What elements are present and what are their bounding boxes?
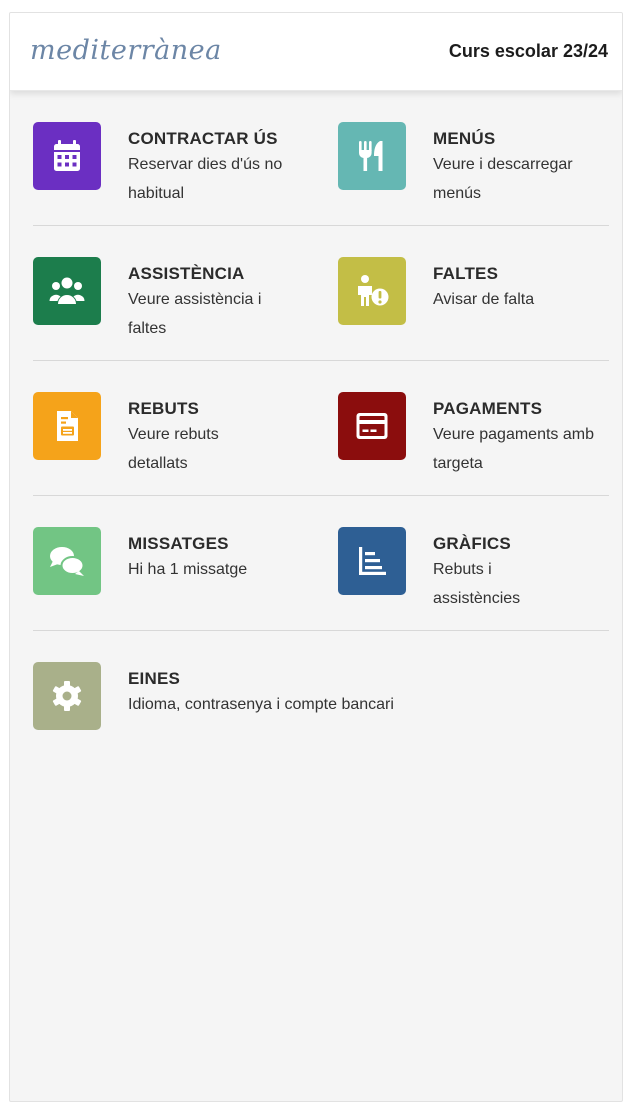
- gear-icon: [33, 662, 101, 730]
- menu-item-description: Reservar dies d'ús no habitual: [128, 156, 283, 202]
- menu-item-title: REBUTS: [128, 399, 200, 418]
- menu-item-description: Avisar de falta: [433, 291, 535, 308]
- chat-icon: [33, 527, 101, 595]
- menu-item-title: MISSATGES: [128, 534, 229, 553]
- menu-item-grafics[interactable]: GRÀFICS Rebuts i assistències: [338, 527, 622, 617]
- main-menu: CONTRACTAR ÚS Reservar dies d'ús no habi…: [33, 91, 609, 765]
- menu-row: EINES Idioma, contrasenya i compte banca…: [33, 631, 609, 765]
- menu-item-title: FALTES: [433, 264, 499, 283]
- users-icon: [33, 257, 101, 325]
- menu-row: CONTRACTAR ÚS Reservar dies d'ús no habi…: [33, 91, 609, 226]
- receipt-icon: [33, 392, 101, 460]
- menu-row: ASSISTÈNCIA Veure assistència i faltes F…: [33, 226, 609, 361]
- calendar-icon: [33, 122, 101, 190]
- person-alert-icon: [338, 257, 406, 325]
- menu-item-contractar-us[interactable]: CONTRACTAR ÚS Reservar dies d'ús no habi…: [33, 122, 321, 212]
- menu-item-description: Veure rebuts detallats: [128, 426, 219, 472]
- menu-item-description: Rebuts i assistències: [433, 561, 521, 607]
- logo[interactable]: mediterrànea: [30, 35, 222, 66]
- menu-item-title: CONTRACTAR ÚS: [128, 129, 278, 148]
- header: mediterrànea Curs escolar 23/24: [10, 13, 622, 91]
- menu-item-description: Veure i descarregar menús: [433, 156, 573, 202]
- menu-item-title: PAGAMENTS: [433, 399, 543, 418]
- menu-item-assistencia[interactable]: ASSISTÈNCIA Veure assistència i faltes: [33, 257, 321, 347]
- menu-item-title: EINES: [128, 669, 181, 688]
- app-window: mediterrànea Curs escolar 23/24 CONTRACT…: [9, 12, 623, 1102]
- menu-item-title: GRÀFICS: [433, 534, 511, 553]
- menu-item-title: ASSISTÈNCIA: [128, 264, 245, 283]
- menu-item-description: Veure pagaments amb targeta: [433, 426, 594, 472]
- menu-item-rebuts[interactable]: REBUTS Veure rebuts detallats: [33, 392, 321, 482]
- credit-card-icon: [338, 392, 406, 460]
- menu-item-title: MENÚS: [433, 129, 496, 148]
- chart-icon: [338, 527, 406, 595]
- menu-item-description: Veure assistència i faltes: [128, 291, 262, 337]
- menu-item-missatges[interactable]: MISSATGES Hi ha 1 missatge: [33, 527, 321, 617]
- menu-item-pagaments[interactable]: PAGAMENTS Veure pagaments amb targeta: [338, 392, 622, 482]
- menu-item-faltes[interactable]: FALTES Avisar de falta: [338, 257, 622, 347]
- menu-item-description: Hi ha 1 missatge: [128, 561, 248, 578]
- menu-item-menus[interactable]: MENÚS Veure i descarregar menús: [338, 122, 622, 212]
- menu-row: MISSATGES Hi ha 1 missatge GRÀFICS Rebut…: [33, 496, 609, 631]
- school-year: Curs escolar 23/24: [448, 41, 608, 61]
- menu-item-description: Idioma, contrasenya i compte bancari: [128, 696, 394, 713]
- menu-row: REBUTS Veure rebuts detallats PAGAMENTS: [33, 361, 609, 496]
- menu-item-eines[interactable]: EINES Idioma, contrasenya i compte banca…: [33, 662, 609, 752]
- utensils-icon: [338, 122, 406, 190]
